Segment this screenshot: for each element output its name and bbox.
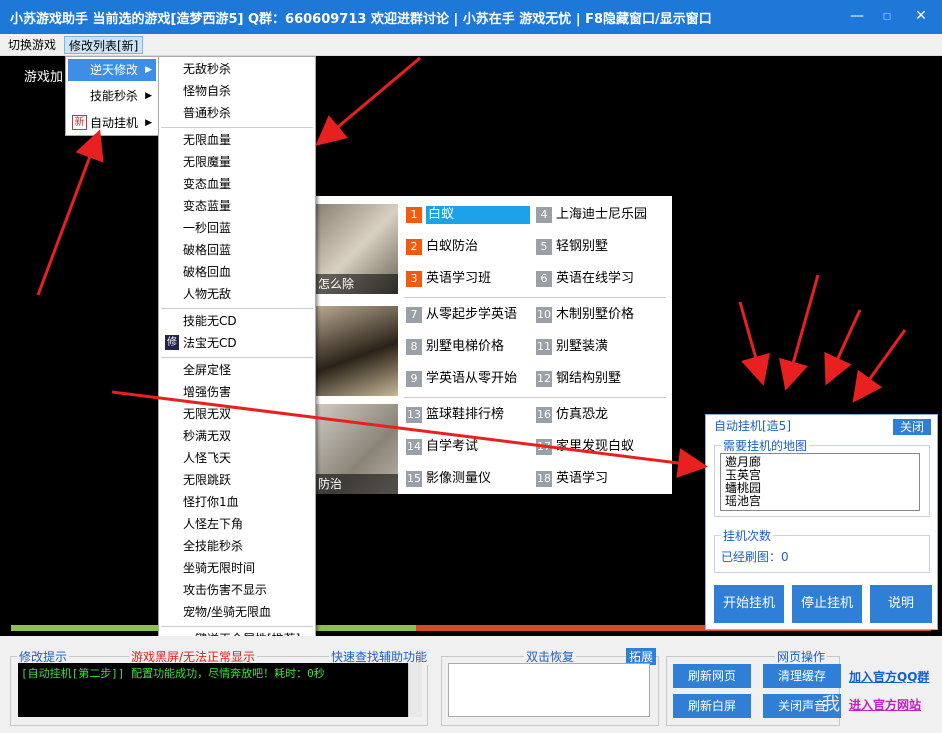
cheat-item[interactable]: 法宝无CD	[183, 333, 237, 353]
cheat-item[interactable]: 破格回蓝	[183, 240, 231, 260]
ad-link[interactable]: 9 学英语从零开始	[406, 370, 517, 388]
chevron-right-icon: ▶	[145, 91, 152, 101]
ad-image-3[interactable]: 防治	[316, 404, 398, 494]
xiu-badge-icon: 修	[165, 335, 179, 350]
count-group: 挂机次数 已经刷图：0	[714, 527, 930, 573]
ad-link[interactable]: 8 别墅电梯价格	[406, 338, 504, 356]
ad-link[interactable]: 2 白蚁防治	[406, 238, 478, 256]
cheat-item[interactable]: 技能无CD	[183, 311, 237, 331]
chevron-right-icon: ▶	[145, 118, 152, 128]
cheat-item[interactable]: 增强伤害	[183, 382, 231, 402]
cheat-item[interactable]: 怪物自杀	[183, 81, 231, 101]
cheat-item[interactable]: 怪打你1血	[183, 492, 239, 512]
cheat-item[interactable]: 变态蓝量	[183, 196, 231, 216]
log-scrollbar[interactable]	[408, 663, 422, 717]
stop-farm-button[interactable]: 停止挂机	[792, 585, 862, 623]
close-icon[interactable]: ✕	[910, 6, 932, 26]
help-button[interactable]: 说明	[870, 585, 932, 623]
ad-panel: 怎么除 防治 1 白蚁 4 上海迪士尼乐园 2 白蚁防治 5 轻钢别墅 3 英语学习班 6…	[316, 196, 672, 494]
menu-separator	[161, 626, 313, 627]
ad-caption: 防治	[316, 474, 398, 494]
ad-link[interactable]: 10 木制别墅价格	[536, 306, 634, 324]
cheat-item[interactable]: 坐骑无限时间	[183, 558, 255, 578]
restore-box[interactable]	[448, 663, 650, 717]
ad-link[interactable]: 7 从零起步学英语	[406, 306, 517, 324]
cheat-item[interactable]: 普通秒杀	[183, 103, 231, 123]
ad-link[interactable]: 3 英语学习班	[406, 270, 491, 288]
map-listbox[interactable]: 邀月廊 玉英宫 蟠桃园 瑶池宫	[720, 453, 920, 511]
cheat-item[interactable]: 无敌秒杀	[183, 59, 231, 79]
game-loading-text: 游戏加	[24, 70, 64, 85]
menu-separator	[161, 357, 313, 358]
ad-image-1[interactable]: 怎么除	[316, 204, 398, 294]
clear-cache-button[interactable]: 清理缓存	[763, 664, 841, 688]
panel-title: 自动挂机[造5]	[714, 419, 791, 433]
cheat-item[interactable]: 无限魔量	[183, 152, 231, 172]
cheat-item[interactable]: 全技能秒杀	[183, 536, 243, 556]
ad-link[interactable]: 1 白蚁	[406, 206, 530, 224]
menu-item-auto-farm[interactable]: 新自动挂机 ▶	[68, 112, 156, 134]
ad-caption: 怎么除	[316, 274, 398, 294]
ad-image-2[interactable]	[316, 306, 398, 396]
ad-link[interactable]: 15 影像测量仪	[406, 470, 491, 488]
ad-link[interactable]: 6 英语在线学习	[536, 270, 634, 288]
minimize-icon[interactable]: —	[846, 6, 868, 26]
menu-separator	[161, 308, 313, 309]
auto-farm-panel: 自动挂机[造5] 关闭 需要挂机的地图 邀月廊 玉英宫 蟠桃园 瑶池宫 挂机次数…	[705, 414, 938, 630]
join-qq-group-link[interactable]: 加入官方QQ群	[849, 668, 929, 685]
cheat-item[interactable]: 攻击伤害不显示	[183, 580, 267, 600]
ad-link[interactable]: 4 上海迪士尼乐园	[536, 206, 647, 224]
refresh-white-button[interactable]: 刷新白屏	[673, 694, 751, 718]
menu-bar: 切换游戏 修改列表[新]	[0, 34, 942, 56]
web-label: 网页操作	[775, 648, 828, 665]
cheat-item[interactable]: 无限跳跃	[183, 470, 231, 490]
window-title: 小苏游戏助手 当前选的游戏[造梦西游5] Q群：660609713 欢迎进群讨论…	[10, 12, 712, 27]
nitian-submenu: 无敌秒杀 怪物自杀 普通秒杀 无限血量 无限魔量 变态血量 变态蓝量 一秒回蓝 …	[158, 56, 316, 650]
ad-link[interactable]: 17 家里发现白蚁	[536, 438, 634, 456]
count-group-label: 挂机次数	[721, 527, 774, 544]
ad-divider	[404, 397, 666, 398]
chevron-right-icon: ▶	[145, 65, 152, 75]
ad-link[interactable]: 5 轻钢别墅	[536, 238, 608, 256]
cheat-item[interactable]: 人怪飞天	[183, 448, 231, 468]
cheat-item[interactable]: 人怪左下角	[183, 514, 243, 534]
cheat-item[interactable]: 无限血量	[183, 130, 231, 150]
title-bar: 小苏游戏助手 当前选的游戏[造梦西游5] Q群：660609713 欢迎进群讨论…	[0, 0, 942, 34]
modify-list-menu: 逆天修改 ▶ 技能秒杀 ▶ 新自动挂机 ▶	[65, 56, 159, 136]
ad-link[interactable]: 16 仿真恐龙	[536, 406, 608, 424]
cheat-item[interactable]: 无限无双	[183, 404, 231, 424]
refresh-page-button[interactable]: 刷新网页	[673, 664, 751, 688]
map-item[interactable]: 瑶池宫	[725, 495, 915, 508]
menu-item-nitian[interactable]: 逆天修改 ▶	[68, 59, 156, 81]
ad-link[interactable]: 12 钢结构别墅	[536, 370, 621, 388]
maximize-icon[interactable]: ▫	[876, 6, 898, 26]
cheat-item[interactable]: 全屏定怪	[183, 360, 231, 380]
start-farm-button[interactable]: 开始挂机	[714, 585, 784, 623]
official-site-link[interactable]: 进入官方网站	[849, 696, 921, 713]
maps-group-label: 需要挂机的地图	[721, 437, 810, 454]
farm-count-text: 已经刷图：0	[721, 550, 789, 564]
panel-close-button[interactable]: 关闭	[893, 419, 931, 435]
ad-link[interactable]: 14 自学考试	[406, 438, 478, 456]
cheat-item[interactable]: 人物无敌	[183, 284, 231, 304]
cheat-item[interactable]: 破格回血	[183, 262, 231, 282]
cheat-item[interactable]: 一秒回蓝	[183, 218, 231, 238]
menu-separator	[161, 127, 313, 128]
ad-link[interactable]: 13 篮球鞋排行榜	[406, 406, 504, 424]
ad-divider	[404, 297, 666, 298]
ad-link[interactable]: 18 英语学习	[536, 470, 608, 488]
menu-item-skill-kill[interactable]: 技能秒杀 ▶	[68, 85, 156, 107]
menu-modify-list[interactable]: 修改列表[新]	[64, 36, 144, 54]
log-textbox[interactable]: [自动挂机[第二步]] 配置功能成功，尽情奔放吧！耗时：0秒	[18, 663, 408, 717]
menu-switch-game[interactable]: 切换游戏	[4, 36, 60, 54]
ad-link[interactable]: 11 别墅装潢	[536, 338, 608, 356]
cheat-item[interactable]: 秒满无双	[183, 426, 231, 446]
watermark-text: 我	[822, 694, 840, 715]
cheat-item[interactable]: 宠物/坐骑无限血	[183, 602, 271, 622]
cheat-item[interactable]: 变态血量	[183, 174, 231, 194]
new-badge-icon: 新	[72, 115, 87, 130]
